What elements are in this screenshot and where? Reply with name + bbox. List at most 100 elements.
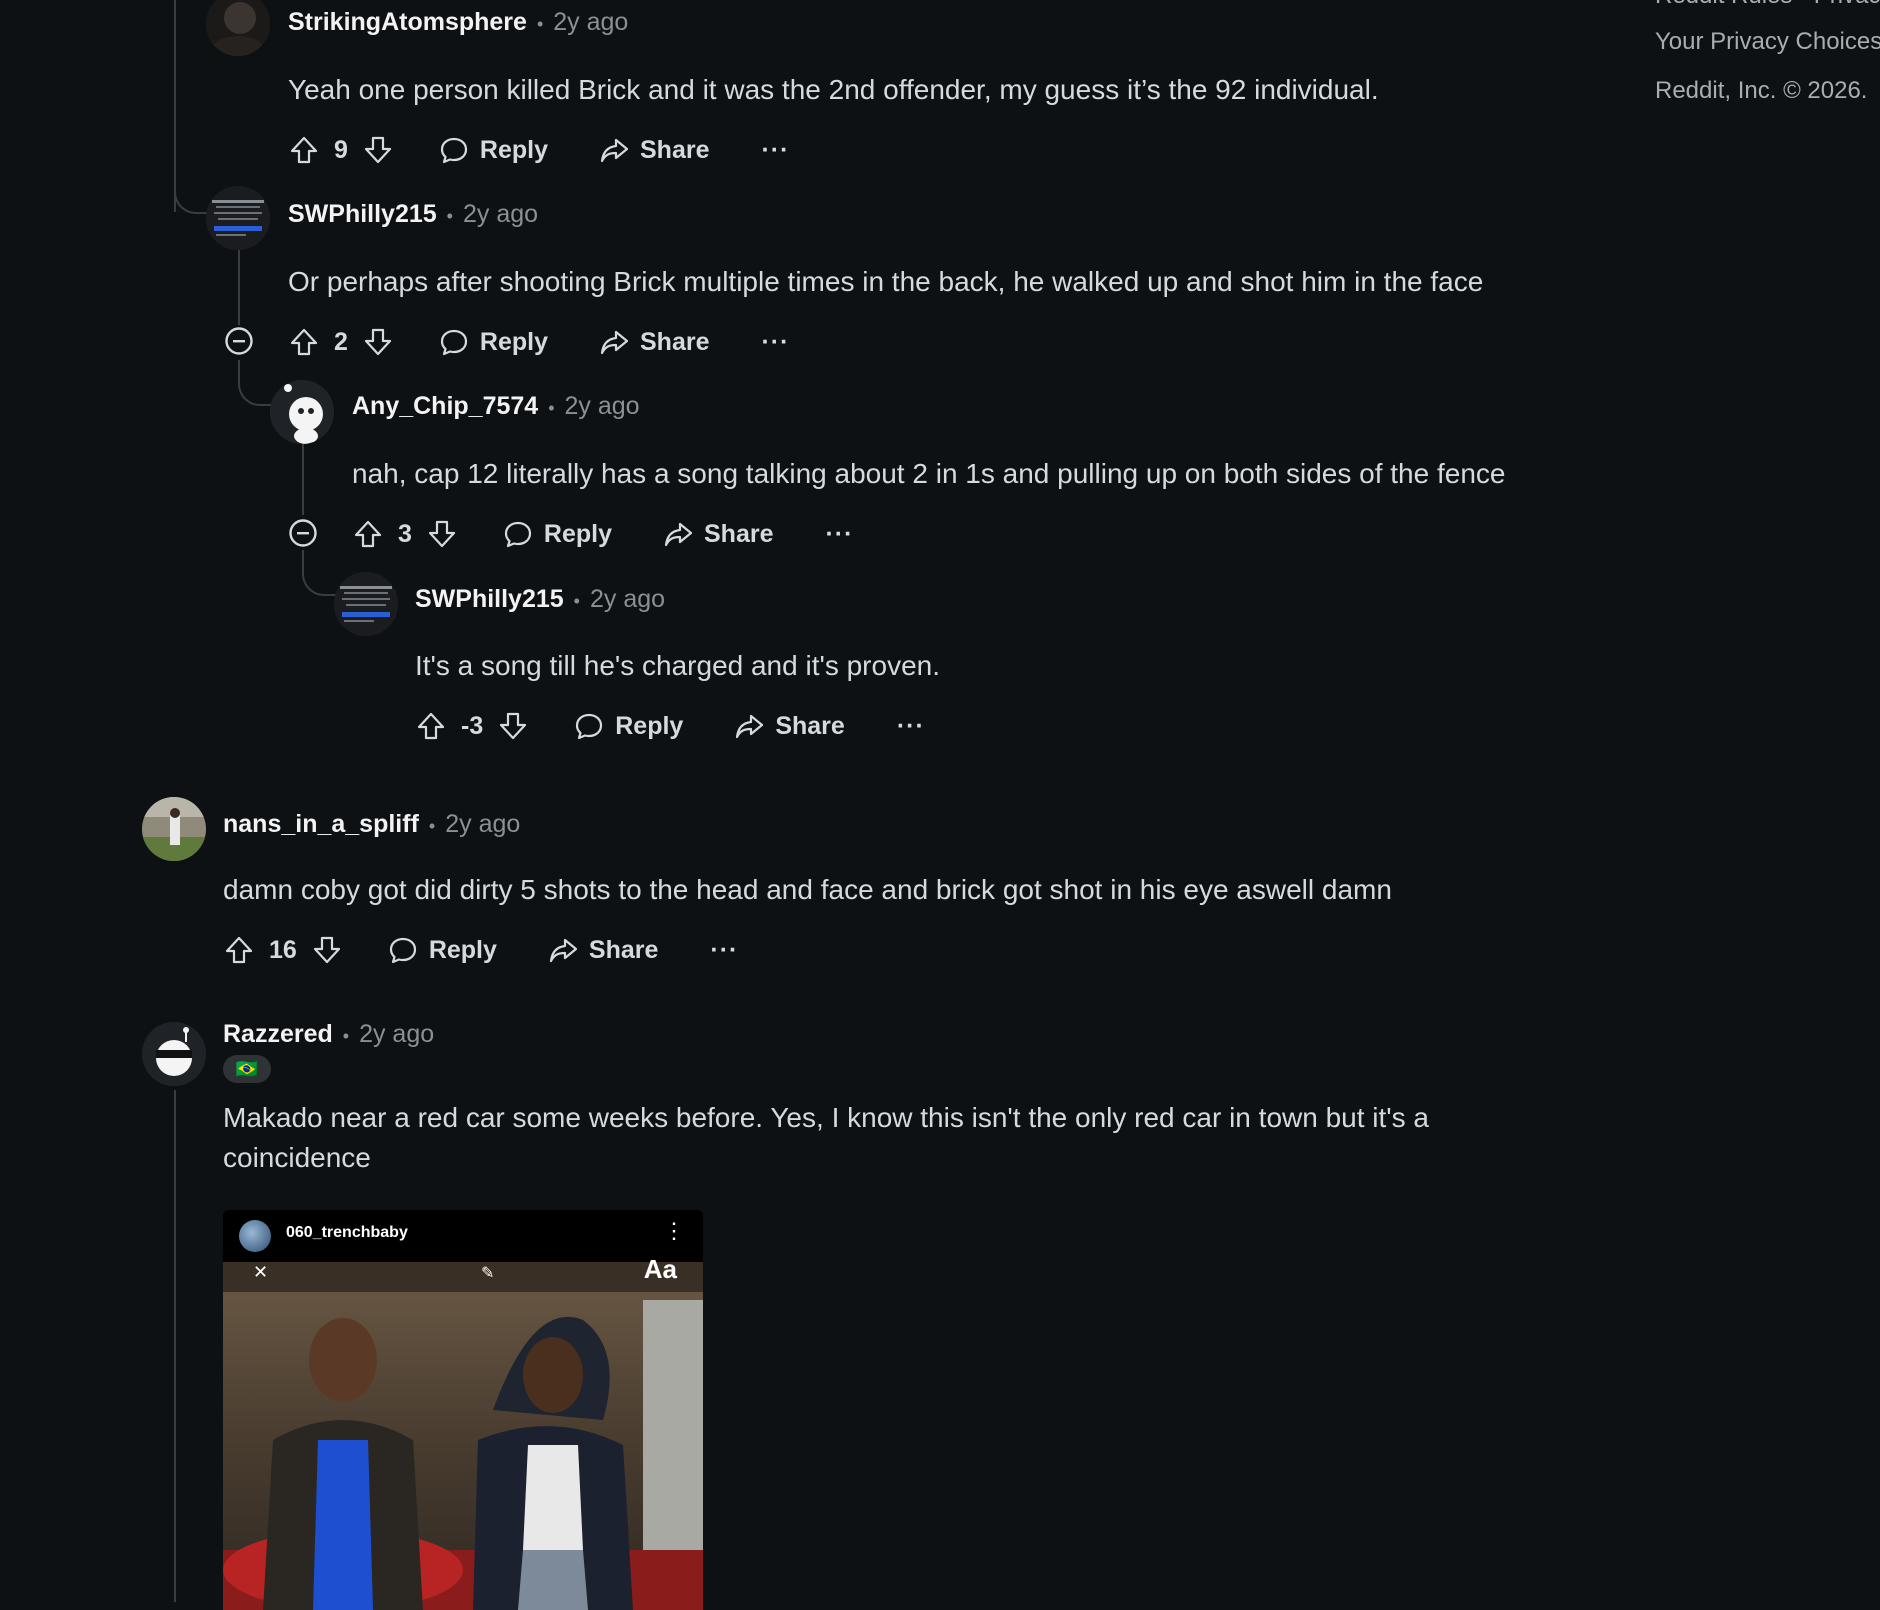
comment-body: Makado near a red car some weeks before.… [223,1102,1429,1173]
vote-group: 16 [223,934,343,966]
thread-line [174,1090,176,1602]
thread-connector [238,360,276,406]
upvote-icon[interactable] [223,934,255,966]
comment-time[interactable]: 2y ago [590,585,665,614]
sidebar-privacy-link[interactable]: Your Privacy Choices [1655,28,1880,56]
meta-separator: • [446,206,453,226]
thread-line [238,250,240,325]
share-button[interactable]: Share [733,710,845,742]
more-options-button[interactable]: ··· [710,936,738,965]
comment-author[interactable]: SWPhilly215 [415,585,564,614]
more-options-button[interactable]: ··· [897,712,925,741]
comment-author[interactable]: StrikingAtomsphere [288,8,527,37]
thread-connector [302,550,340,596]
vote-group: 9 [288,134,394,166]
avatar[interactable] [142,1022,206,1086]
share-button[interactable]: Share [547,934,658,966]
more-options-button[interactable]: ··· [825,520,853,549]
vote-count: 9 [334,135,348,164]
avatar[interactable] [206,186,270,250]
upvote-icon[interactable] [288,134,320,166]
avatar[interactable] [206,0,270,56]
kebab-menu-icon[interactable]: ⋮ [663,1220,685,1242]
share-icon [547,934,579,966]
upvote-icon[interactable] [415,710,447,742]
more-options-button[interactable]: ··· [761,328,789,357]
comment-actions: 3 Reply Share ··· [352,514,853,554]
close-icon: ✕ [253,1262,268,1282]
comment-author[interactable]: Razzered [223,1020,333,1049]
reply-button[interactable]: Reply [438,326,548,358]
story-header: 060_trenchbaby ⋮ [223,1210,703,1262]
comment-actions: 9 Reply Share ··· [288,130,789,170]
reply-label: Reply [615,711,684,740]
comment-author[interactable]: nans_in_a_spliff [223,810,419,839]
reply-button[interactable]: Reply [573,710,683,742]
share-icon [598,326,630,358]
more-options-button[interactable]: ··· [761,136,789,165]
avatar[interactable] [270,380,334,444]
reply-label: Reply [479,135,548,164]
comment-bubble-icon [387,934,419,966]
downvote-icon[interactable] [426,518,458,550]
comment-meta: Razzered • 2y ago [223,1020,434,1049]
comment-body: Yeah one person killed Brick and it was … [288,74,1379,105]
comment-actions: -3 Reply Share ··· [415,706,925,746]
share-button[interactable]: Share [662,518,773,550]
reply-label: Reply [543,519,612,548]
text-tool-label: Aa [643,1254,677,1284]
reply-button[interactable]: Reply [502,518,612,550]
reply-button[interactable]: Reply [387,934,497,966]
comment-meta: SWPhilly215 • 2y ago [415,585,665,614]
sidebar-copyright: Reddit, Inc. © 2026. [1655,77,1868,104]
vote-count: 3 [398,519,412,548]
downvote-icon[interactable] [362,326,394,358]
share-button[interactable]: Share [598,134,709,166]
upvote-icon[interactable] [352,518,384,550]
comment-meta: SWPhilly215 • 2y ago [288,200,538,229]
comment-author[interactable]: Any_Chip_7574 [352,392,538,421]
more-icon: ··· [761,135,790,164]
story-tool-icon: ✎ [481,1265,494,1282]
comment-bubble-icon [502,518,534,550]
share-label: Share [704,519,774,548]
comment-time[interactable]: 2y ago [553,8,628,37]
more-icon: ··· [825,519,854,548]
downvote-icon[interactable] [362,134,394,166]
comment-time[interactable]: 2y ago [359,1020,434,1049]
share-label: Share [640,135,710,164]
more-icon: ··· [710,935,739,964]
meta-separator: • [536,14,544,34]
share-button[interactable]: Share [598,326,709,358]
vote-count: -3 [461,711,484,740]
comment-actions: 2 Reply Share ··· [288,322,789,362]
downvote-icon[interactable] [497,710,529,742]
comment-meta: Any_Chip_7574 • 2y ago [352,392,640,421]
comment-time[interactable]: 2y ago [463,200,538,229]
vote-group: -3 [415,710,529,742]
meta-separator: • [428,816,436,836]
more-icon: ··· [896,711,925,740]
avatar[interactable] [142,797,206,861]
vote-group: 3 [352,518,458,550]
comment-image[interactable]: 060_trenchbaby ⋮ ✎ ✕ Aa [223,1210,703,1610]
comment-time[interactable]: 2y ago [445,810,520,839]
sidebar-rules-link[interactable]: Reddit Rules · Privac [1655,0,1880,10]
collapse-thread-icon[interactable] [224,326,254,356]
upvote-icon[interactable] [288,326,320,358]
downvote-icon[interactable] [311,934,343,966]
meta-separator: • [573,591,580,611]
story-username: 060_trenchbaby [286,1224,408,1241]
collapse-thread-icon[interactable] [288,518,318,548]
comment-author[interactable]: SWPhilly215 [288,200,437,229]
avatar[interactable] [334,572,398,636]
comment-time[interactable]: 2y ago [565,392,640,421]
share-icon [598,134,630,166]
comment-meta: nans_in_a_spliff • 2y ago [223,810,520,839]
share-icon [733,710,765,742]
user-flair: 🇧🇷 [223,1055,271,1083]
reply-label: Reply [479,327,548,356]
reply-button[interactable]: Reply [438,134,548,166]
comment-bubble-icon [438,134,470,166]
vote-count: 16 [269,935,297,964]
